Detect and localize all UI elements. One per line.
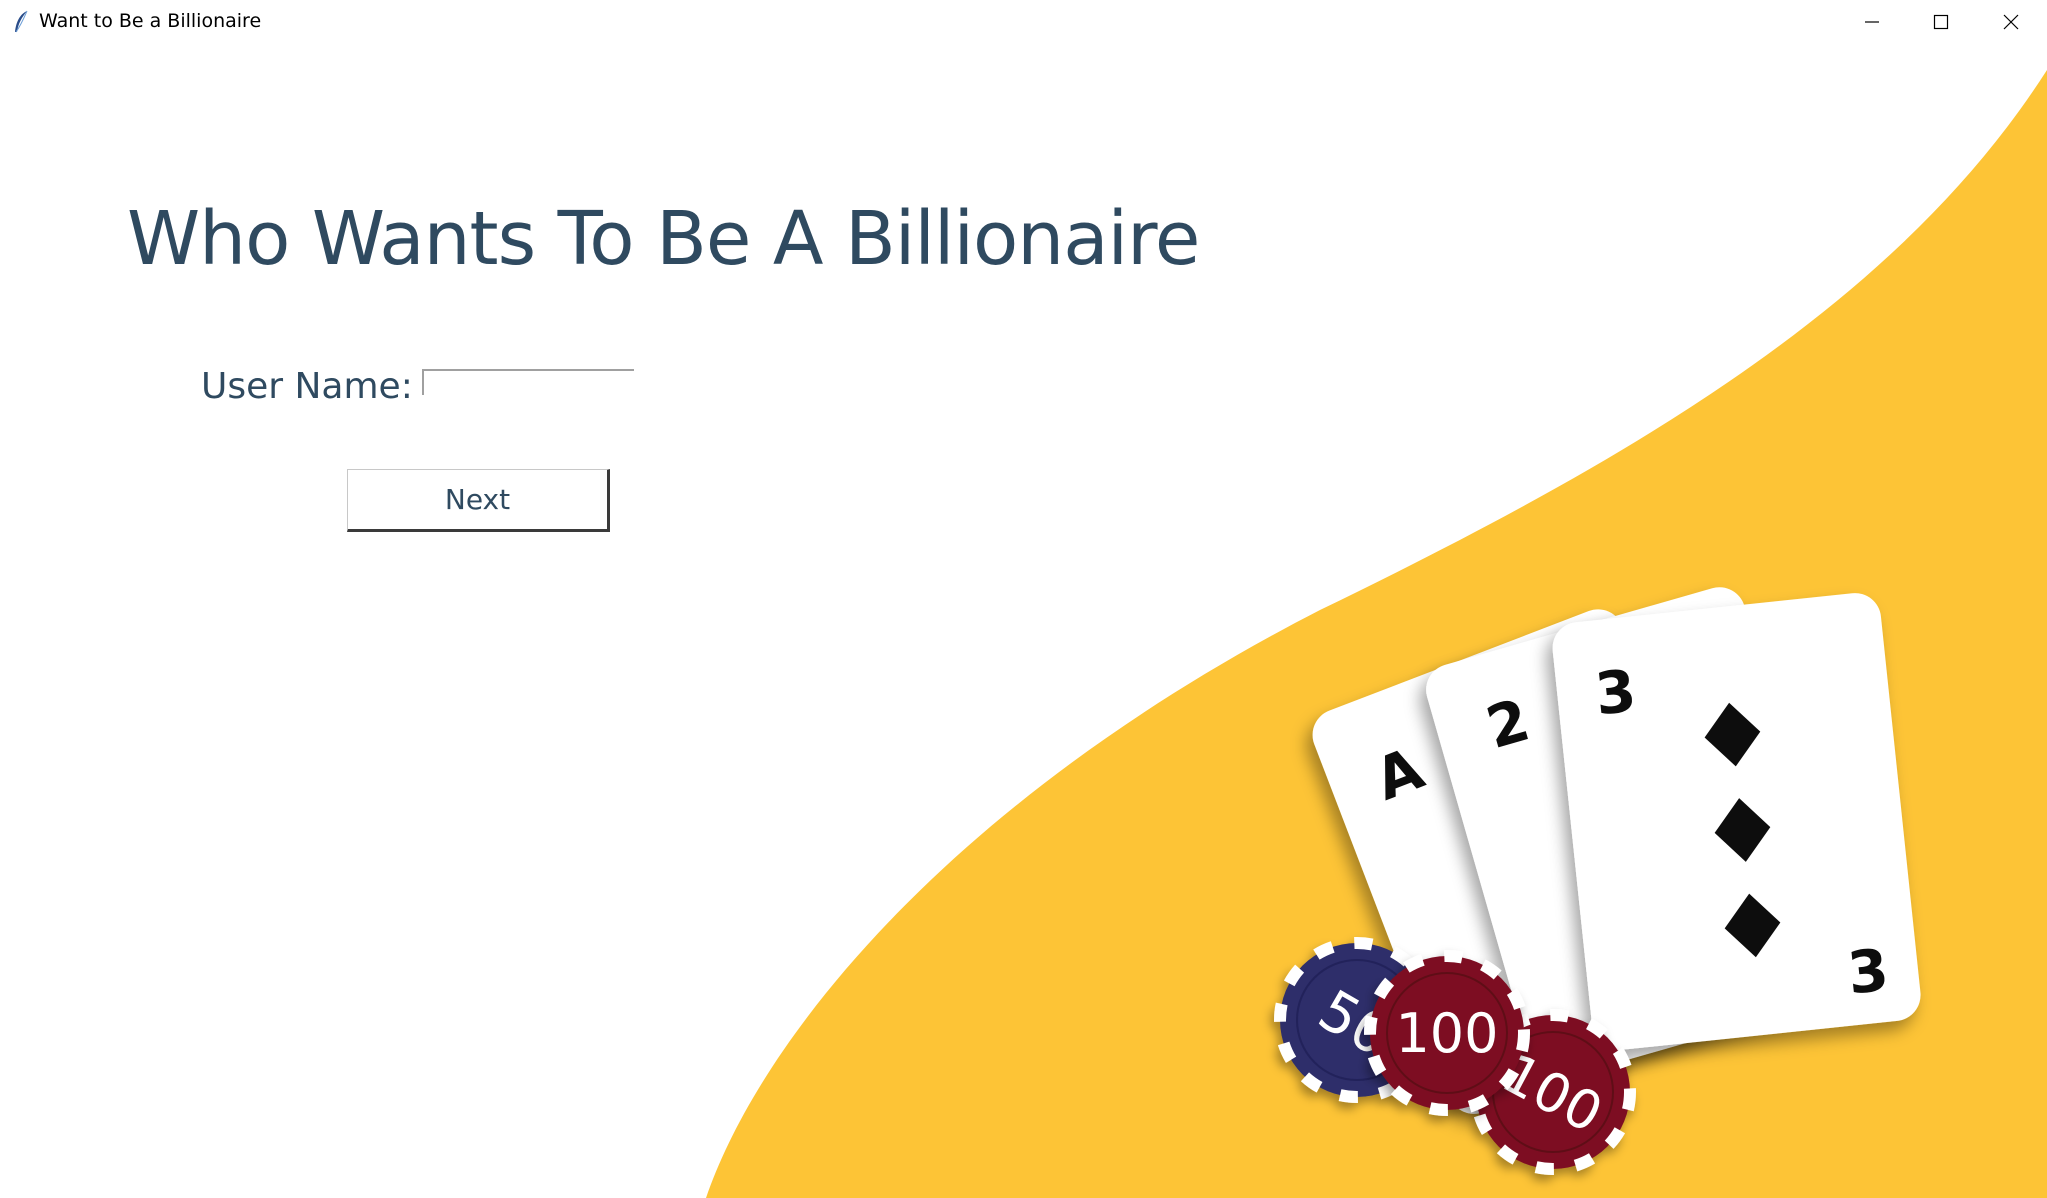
app-window: A 2 3 3 50 100 100 Want to Be a Billiona… [0, 0, 2047, 1198]
card-three-of-diamonds-icon: 3 3 [1552, 593, 1921, 1051]
page-title: Who Wants To Be A Billionaire [127, 196, 1200, 282]
username-label: User Name: [201, 366, 413, 407]
minimize-button[interactable] [1838, 0, 1906, 44]
chip-100-icon: 100 [1364, 950, 1530, 1116]
window-title: Want to Be a Billionaire [39, 10, 262, 32]
svg-text:3: 3 [1845, 936, 1892, 1008]
minimize-icon [1865, 21, 1879, 23]
username-input[interactable] [422, 369, 634, 395]
next-button[interactable]: Next [347, 469, 610, 532]
background-art: A 2 3 3 50 100 100 [706, 70, 2047, 1198]
feather-icon [15, 10, 28, 33]
title-bar[interactable]: Want to Be a Billionaire [0, 0, 2047, 44]
maximize-button[interactable] [1907, 0, 1975, 44]
close-icon [2003, 14, 2019, 30]
maximize-icon [1933, 14, 1949, 30]
svg-text:100: 100 [1395, 1002, 1498, 1065]
close-button[interactable] [1977, 0, 2045, 44]
svg-text:3: 3 [1592, 657, 1639, 729]
